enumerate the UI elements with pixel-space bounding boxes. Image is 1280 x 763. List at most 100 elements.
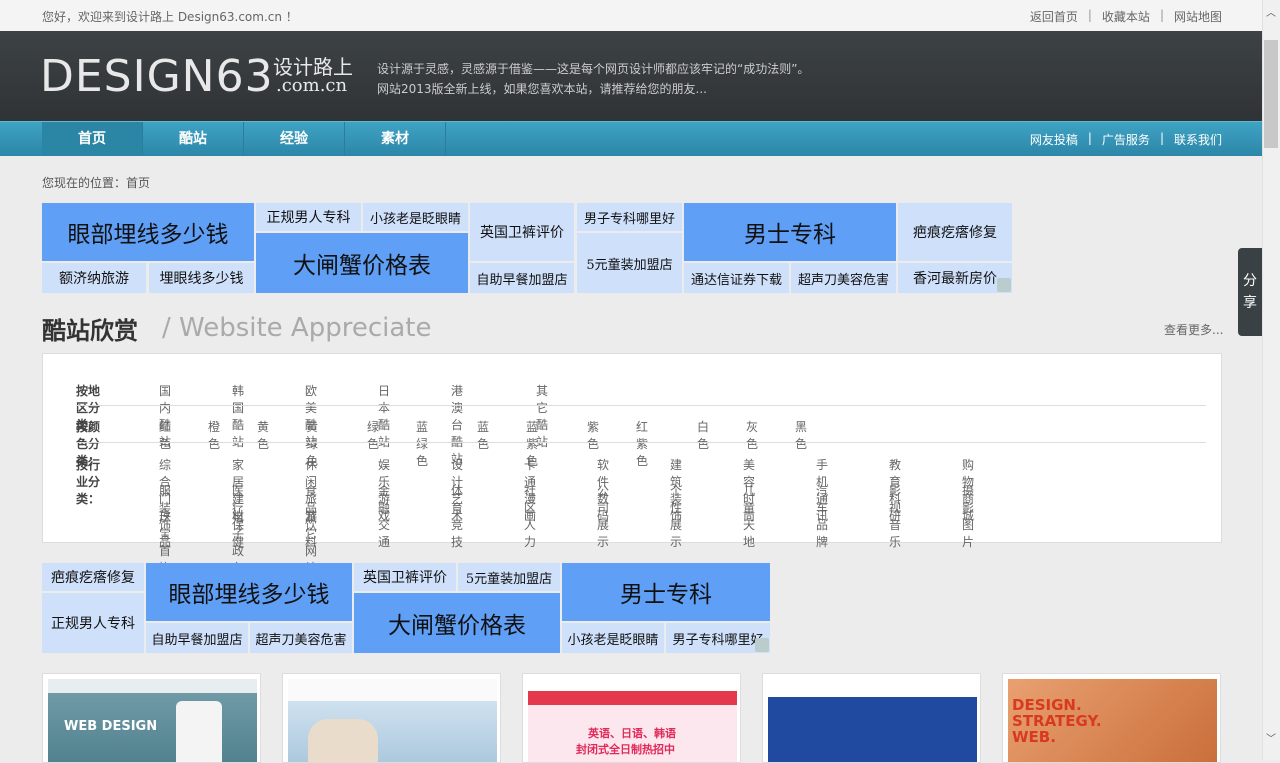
site-thumbnail[interactable] (282, 673, 501, 763)
breadcrumb: 您现在的位置：首页 (42, 176, 151, 190)
ad-link[interactable]: 男士专科 (684, 203, 896, 261)
ad-link[interactable]: 眼部埋线多少钱 (42, 203, 254, 261)
nav-home[interactable]: 首页 (42, 122, 143, 156)
ad-link[interactable]: 小孩老是眨眼睛 (562, 623, 664, 653)
ad-link[interactable]: 自助早餐加盟店 (146, 623, 248, 653)
ad-link[interactable]: 香河最新房价 (898, 263, 1012, 293)
separator: | (1087, 131, 1092, 145)
category-item[interactable]: 紫色 (587, 418, 599, 452)
divider (76, 442, 1206, 443)
top-bar: 您好，欢迎来到设计路上 Design63.com.cn ！ 返回首页 | 收藏本… (0, 0, 1262, 31)
ad-link[interactable]: 男子专科哪里好 (577, 203, 682, 231)
slogan-line-1: 设计源于灵感，灵感源于借鉴——这是每个网页设计师都应该牢记的“成功法则”。 (377, 62, 810, 76)
category-item[interactable]: 儿童天地 (743, 482, 755, 550)
ad-link[interactable]: 英国卫裤评价 (354, 563, 456, 591)
site-thumbnail[interactable]: 英语、日语、韩语 封闭式全日制热招中 (522, 673, 741, 763)
ad-link[interactable]: 正规男人专科 (42, 593, 144, 653)
scrollbar-thumb[interactable] (1264, 40, 1278, 148)
site-thumbnail[interactable]: WEB DESIGN (42, 673, 261, 763)
category-item[interactable]: 公司展示 (597, 482, 609, 550)
nav-right-links: 网友投稿 | 广告服务 | 联系我们 (1030, 131, 1222, 148)
category-item[interactable]: 社区人力 (524, 482, 536, 550)
people-photo (308, 719, 378, 762)
ad-link[interactable]: 埋眼线多少钱 (149, 263, 254, 293)
category-item[interactable]: 金融交通 (378, 482, 390, 550)
ad-link[interactable]: 自助早餐加盟店 (470, 263, 574, 293)
category-item[interactable]: 摄影图片 (962, 482, 974, 550)
view-more-link[interactable]: 查看更多... (1164, 321, 1223, 338)
category-item[interactable]: 日本酷站 (378, 382, 390, 450)
category-item[interactable]: 影视音乐 (889, 482, 901, 550)
thumbnail-text: WEB DESIGN (64, 719, 158, 734)
ad-link[interactable]: 眼部埋线多少钱 (146, 563, 352, 621)
category-item[interactable]: 港澳台酷站 (451, 382, 463, 467)
scroll-down-icon[interactable]: ﹀ (1266, 730, 1276, 745)
section-title: 酷站欣赏 (42, 317, 138, 345)
home-link[interactable]: 返回首页 (1030, 8, 1078, 25)
ad-badge-icon[interactable] (755, 638, 769, 652)
thumbnail-text: DESIGN. STRATEGY. WEB. (1012, 696, 1102, 746)
submit-link[interactable]: 网友投稿 (1030, 131, 1078, 148)
ad-link[interactable]: 疤痕疙瘩修复 (898, 203, 1012, 261)
divider (76, 405, 1206, 406)
share-tab[interactable]: 分 享 (1238, 248, 1262, 336)
category-item[interactable]: 蓝绿色 (416, 418, 428, 469)
separator: | (1087, 8, 1092, 22)
category-item[interactable]: 绿色 (367, 418, 379, 452)
category-item[interactable]: 韩国酷站 (232, 382, 244, 450)
nav-cool-sites[interactable]: 酷站 (143, 122, 244, 156)
ad-link[interactable]: 英国卫裤评价 (470, 203, 574, 261)
ad-link[interactable]: 正规男人专科 (256, 203, 361, 231)
bookmark-link[interactable]: 收藏本站 (1102, 8, 1150, 25)
category-item[interactable]: 个性展示 (670, 482, 682, 550)
ad-link[interactable]: 通达信证券下载 (684, 263, 789, 293)
ad-link[interactable]: 5元童装加盟店 (458, 563, 560, 591)
separator: | (1159, 8, 1164, 22)
ad-link[interactable]: 疤痕疙瘩修复 (42, 563, 144, 591)
thumbnail-image (768, 679, 977, 762)
category-item[interactable]: 黑色 (795, 418, 807, 452)
site-thumbnail[interactable]: DESIGN. STRATEGY. WEB. (1002, 673, 1221, 763)
ad-link[interactable]: 大闸蟹价格表 (256, 233, 468, 293)
top-links: 返回首页 | 收藏本站 | 网站地图 (1030, 8, 1222, 25)
category-item[interactable]: 体育竞技 (451, 482, 463, 550)
thumbnail-image (288, 679, 497, 762)
ad-badge-icon[interactable] (997, 278, 1011, 292)
separator: | (1159, 131, 1164, 145)
sitemap-link[interactable]: 网站地图 (1174, 8, 1222, 25)
ad-link[interactable]: 额济纳旅游 (42, 263, 146, 293)
site-logo[interactable]: DESIGN63 (40, 51, 274, 102)
ad-link[interactable]: 超声刀美容危害 (250, 623, 352, 653)
category-item[interactable]: 黄色 (257, 418, 269, 452)
site-header: DESIGN63 设计路上 .com.cn 设计源于灵感，灵感源于借鉴——这是每… (0, 31, 1262, 121)
category-item[interactable]: 蓝色 (477, 418, 489, 452)
contact-link[interactable]: 联系我们 (1174, 131, 1222, 148)
category-item[interactable]: 红紫色 (636, 418, 648, 469)
thumbnail-image: 英语、日语、韩语 封闭式全日制热招中 (528, 679, 737, 762)
welcome-text: 您好，欢迎来到设计路上 Design63.com.cn ！ (42, 10, 298, 24)
scroll-up-icon[interactable]: ︿ (1266, 4, 1276, 19)
thumbnail-text: 封闭式全日制热招中 (576, 743, 675, 756)
thumbnail-image: DESIGN. STRATEGY. WEB. (1008, 679, 1217, 762)
ad-link[interactable]: 小孩老是眨眼睛 (363, 203, 468, 231)
slogan-line-2: 网站2013版全新上线，如果您喜欢本站，请推荐给您的朋友... (377, 82, 707, 96)
ad-service-link[interactable]: 广告服务 (1102, 131, 1150, 148)
thumbnail-image: WEB DESIGN (48, 679, 257, 762)
category-item[interactable]: 红色 (159, 418, 171, 452)
nav-experience[interactable]: 经验 (244, 122, 345, 156)
site-thumbnail[interactable] (762, 673, 981, 763)
ad-link[interactable]: 超声刀美容危害 (791, 263, 896, 293)
share-char: 享 (1243, 295, 1257, 311)
section-subtitle: / Website Appreciate (162, 313, 432, 343)
ad-link[interactable]: 大闸蟹价格表 (354, 593, 560, 653)
category-item[interactable]: 灰色 (746, 418, 758, 452)
category-box: 按地区分类： 国内酷站 韩国酷站 欧美酷站 日本酷站 港澳台酷站 其它酷站 按颜… (42, 353, 1222, 575)
nav-materials[interactable]: 素材 (345, 122, 446, 156)
main-nav: 首页 酷站 经验 素材 网友投稿 | 广告服务 | 联系我们 (0, 121, 1262, 156)
ad-link[interactable]: 5元童装加盟店 (577, 233, 682, 293)
category-item[interactable]: 橙色 (208, 418, 220, 452)
ad-link[interactable]: 男士专科 (562, 563, 770, 621)
category-item[interactable]: 汽车品牌 (816, 482, 828, 550)
thumbnail-text: 英语、日语、韩语 (588, 727, 676, 740)
category-item[interactable]: 白色 (697, 418, 709, 452)
